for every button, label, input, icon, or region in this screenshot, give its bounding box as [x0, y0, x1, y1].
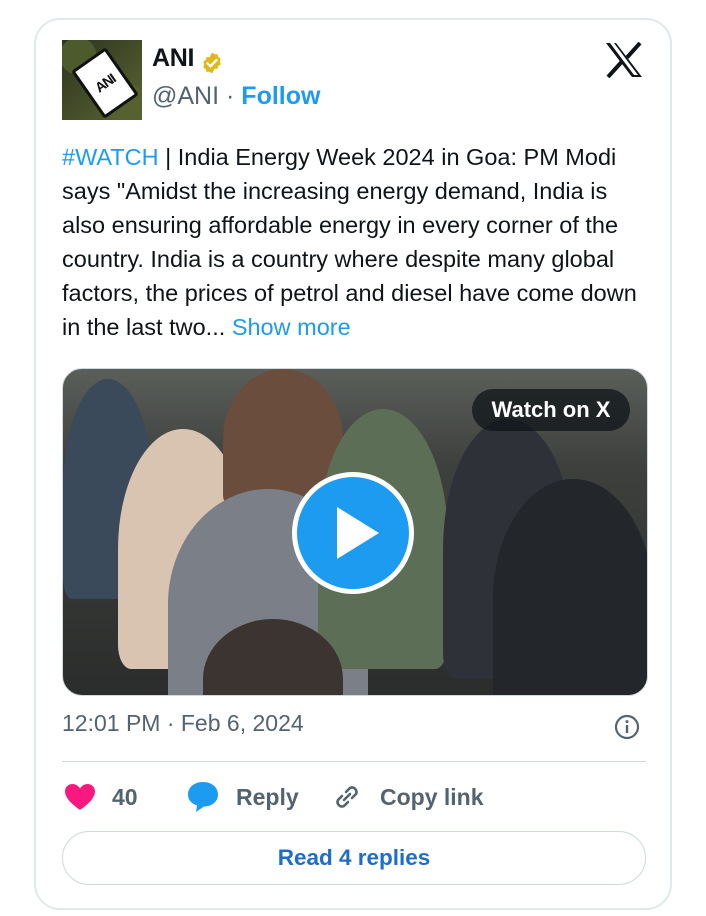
tweet-body: | India Energy Week 2024 in Goa: PM Modi…	[62, 144, 637, 340]
avatar[interactable]: ANI	[62, 40, 142, 120]
hashtag-link[interactable]: #WATCH	[62, 144, 159, 170]
copy-link-label: Copy link	[380, 783, 484, 810]
like-button[interactable]: 40	[64, 780, 138, 814]
watch-on-x-button[interactable]: Watch on X	[472, 389, 630, 431]
play-button[interactable]	[292, 472, 414, 594]
reply-label: Reply	[236, 783, 299, 810]
show-more-link[interactable]: Show more	[232, 314, 351, 340]
read-replies-button[interactable]: Read 4 replies	[62, 831, 646, 885]
copy-link-button[interactable]: Copy link	[330, 780, 484, 814]
separator: ·	[226, 82, 235, 110]
x-logo-icon[interactable]	[604, 42, 644, 78]
divider	[62, 761, 646, 762]
tweet-text: #WATCH | India Energy Week 2024 in Goa: …	[62, 140, 652, 344]
tweet-timestamp[interactable]: 12:01 PM · Feb 6, 2024	[62, 710, 304, 737]
heart-icon	[65, 784, 95, 810]
info-icon[interactable]	[614, 714, 640, 740]
author-name[interactable]: ANI	[152, 44, 194, 73]
like-count: 40	[112, 783, 138, 810]
author-handle-line: @ANI · Follow	[152, 82, 320, 111]
link-icon	[336, 786, 358, 808]
reply-button[interactable]: Reply	[186, 780, 299, 814]
verified-badge-icon	[203, 52, 221, 74]
follow-button[interactable]: Follow	[241, 82, 320, 110]
author-handle[interactable]: @ANI	[152, 82, 219, 110]
speech-bubble-icon	[188, 782, 218, 812]
play-icon	[337, 507, 379, 559]
